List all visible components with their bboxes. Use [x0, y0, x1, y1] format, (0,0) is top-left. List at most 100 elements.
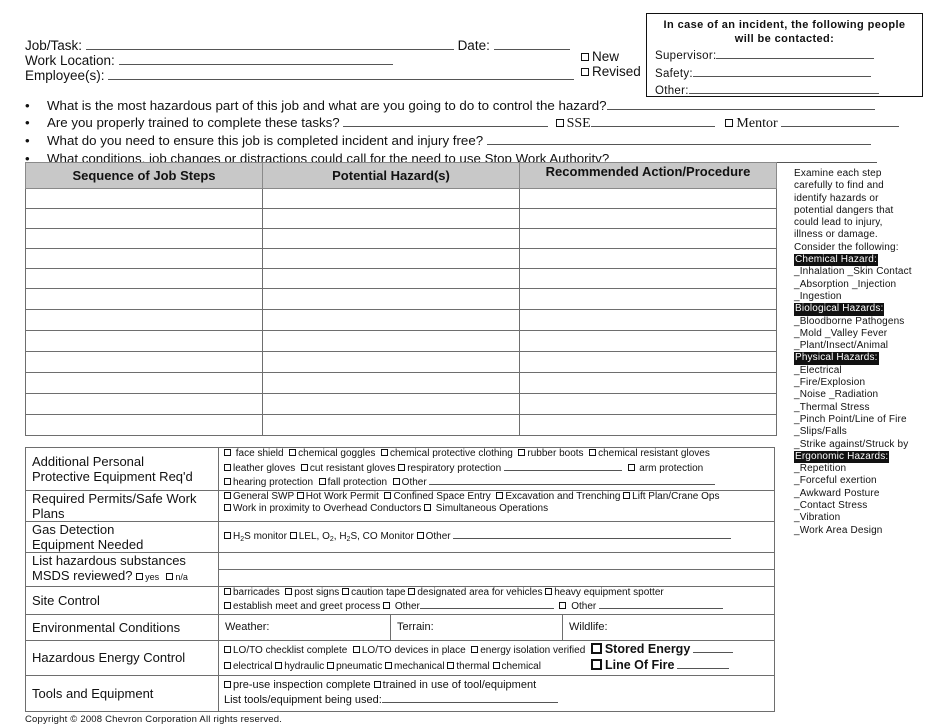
ppe-opt[interactable]: arm protection — [627, 463, 703, 474]
checkbox[interactable] — [224, 645, 231, 653]
checkbox[interactable] — [392, 478, 400, 485]
checkbox[interactable] — [545, 587, 553, 595]
checkbox[interactable] — [327, 661, 335, 669]
job-task-field[interactable] — [85, 37, 454, 50]
mentor-checkbox[interactable] — [725, 119, 734, 128]
site-other-field-2[interactable] — [599, 599, 724, 609]
checkbox[interactable] — [589, 449, 597, 456]
hazard-cell[interactable] — [262, 330, 520, 352]
checkbox[interactable] — [224, 463, 231, 471]
energy-opt[interactable]: thermal — [447, 661, 490, 672]
answer-field[interactable] — [486, 132, 871, 146]
line-of-fire-field[interactable] — [677, 659, 730, 669]
energy-opt[interactable]: hydraulic — [275, 661, 324, 672]
action-cell[interactable] — [519, 188, 777, 209]
hazard-cell[interactable] — [262, 228, 520, 249]
step-cell[interactable] — [25, 414, 263, 436]
checkbox[interactable] — [471, 645, 479, 653]
hazard-cell[interactable] — [262, 372, 520, 394]
ppe-opt[interactable]: fall protection — [318, 477, 387, 488]
gas-other-option[interactable]: Other — [416, 531, 451, 542]
mentor-option[interactable]: Mentor — [718, 114, 900, 131]
checkbox[interactable] — [342, 587, 350, 595]
gas-other-field[interactable] — [453, 529, 732, 540]
step-cell[interactable] — [25, 208, 263, 229]
checkbox[interactable] — [384, 661, 392, 669]
sse-checkbox[interactable] — [555, 119, 564, 128]
checkbox[interactable] — [224, 449, 231, 456]
hazard-cell[interactable] — [262, 351, 520, 373]
checkbox[interactable] — [224, 491, 231, 499]
site-opt[interactable]: designated area for vehicles — [408, 587, 542, 598]
action-cell[interactable] — [519, 414, 777, 436]
hazard-cell[interactable] — [262, 309, 520, 331]
ppe-opt[interactable]: chemical resistant gloves — [589, 448, 710, 459]
supervisor-field[interactable] — [716, 46, 875, 59]
permit-opt[interactable]: Simultaneous Operations — [424, 503, 548, 514]
revised-option[interactable]: Revised — [581, 64, 641, 79]
checkbox[interactable] — [416, 532, 424, 540]
energy-opt[interactable]: LO/TO devices in place — [352, 645, 466, 656]
checkbox[interactable] — [275, 661, 283, 669]
energy-opt[interactable]: pneumatic — [327, 661, 382, 672]
site-opt[interactable]: caution tape — [342, 587, 406, 598]
ppe-opt[interactable]: Other — [392, 477, 427, 488]
site-other-field[interactable] — [419, 599, 554, 609]
action-cell[interactable] — [519, 248, 777, 269]
step-cell[interactable] — [25, 351, 263, 373]
ppe-other-field[interactable] — [429, 475, 716, 485]
step-cell[interactable] — [25, 288, 263, 310]
checkbox[interactable] — [224, 602, 231, 609]
checkbox[interactable] — [627, 463, 635, 471]
action-cell[interactable] — [519, 288, 777, 310]
checkbox[interactable] — [518, 449, 526, 456]
action-cell[interactable] — [519, 330, 777, 352]
hazard-cell[interactable] — [262, 414, 520, 436]
checkbox[interactable] — [224, 478, 231, 485]
checkbox[interactable] — [224, 532, 231, 540]
ppe-opt[interactable]: rubber boots — [518, 448, 584, 459]
sse-field[interactable] — [590, 114, 715, 128]
site-opt[interactable]: barricades — [224, 587, 280, 598]
checkbox[interactable] — [380, 449, 388, 456]
permit-opt[interactable]: Hot Work Permit — [296, 491, 379, 502]
step-cell[interactable] — [25, 188, 263, 209]
terrain-field[interactable]: Terrain: — [390, 613, 563, 641]
msds-na-option[interactable]: n/a — [166, 572, 188, 582]
safety-field[interactable] — [692, 64, 871, 77]
checkbox[interactable] — [384, 491, 392, 499]
hazard-cell[interactable] — [262, 188, 520, 209]
checkbox[interactable] — [492, 661, 500, 669]
checkbox[interactable] — [224, 661, 231, 669]
checkbox[interactable] — [224, 587, 231, 595]
ppe-opt[interactable]: leather gloves — [224, 463, 295, 474]
wildlife-field[interactable]: Wildlife: — [562, 613, 775, 641]
permit-opt[interactable]: Work in proximity to Overhead Conductors — [224, 503, 421, 514]
checkbox[interactable] — [398, 463, 406, 471]
weather-field[interactable]: Weather: — [218, 613, 391, 641]
mentor-field[interactable] — [781, 114, 900, 128]
checkbox[interactable] — [408, 587, 416, 595]
line-of-fire-option[interactable]: Line Of Fire — [590, 658, 674, 672]
energy-opt[interactable]: electrical — [224, 661, 272, 672]
checkbox[interactable] — [373, 681, 381, 688]
checkbox[interactable] — [590, 642, 602, 654]
multigas-monitor-option[interactable]: LEL, O2, H2S, CO Monitor — [289, 531, 414, 543]
action-cell[interactable] — [519, 228, 777, 249]
checkbox[interactable] — [224, 681, 231, 688]
permit-opt[interactable]: Confined Space Entry — [384, 491, 491, 502]
ppe-opt[interactable]: cut resistant gloves — [300, 463, 395, 474]
energy-opt[interactable]: mechanical — [384, 661, 445, 672]
ppe-opt[interactable]: chemical goggles — [289, 448, 375, 459]
site-opt[interactable]: heavy equipment spotter — [545, 587, 664, 598]
hazard-cell[interactable] — [262, 248, 520, 269]
step-cell[interactable] — [25, 228, 263, 249]
checkbox[interactable] — [166, 573, 174, 580]
site-opt[interactable]: Other — [383, 601, 420, 612]
date-field[interactable] — [493, 37, 570, 50]
other-contact-field[interactable] — [688, 81, 879, 94]
permit-opt[interactable]: General SWP — [224, 491, 294, 502]
checkbox[interactable] — [300, 463, 308, 471]
answer-field[interactable] — [609, 150, 878, 163]
h2s-monitor-option[interactable]: H2S monitor — [224, 531, 287, 543]
